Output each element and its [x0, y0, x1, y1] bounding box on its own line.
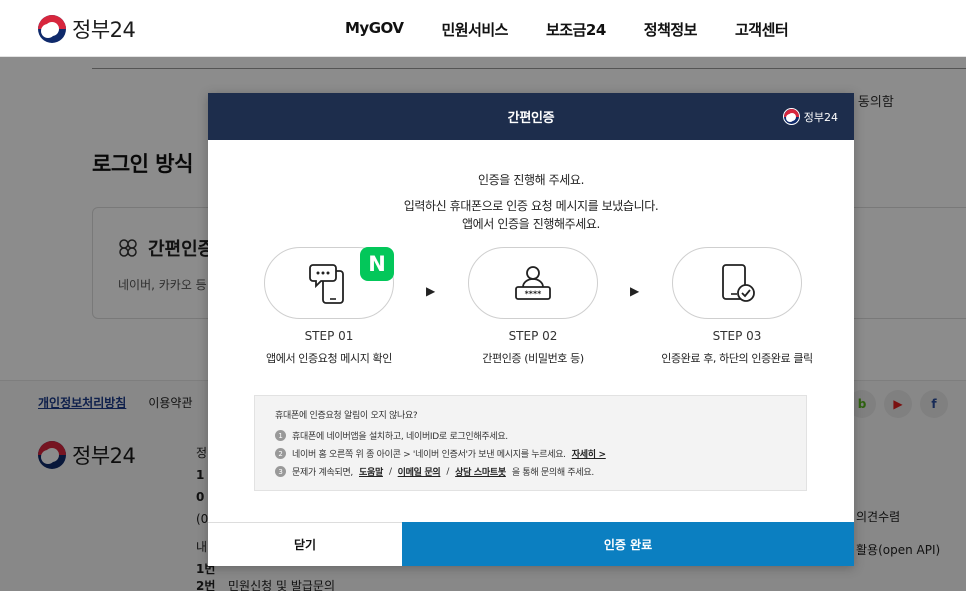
step-02-desc: 간편인증 (비밀번호 등)	[482, 352, 584, 365]
auth-complete-button[interactable]: 인증 완료	[402, 522, 854, 566]
government-emblem-icon	[38, 15, 66, 43]
help-row-2-text: 네이버 홈 오른쪽 위 종 아이콘 > '네이버 인증서'가 보낸 메시지를 누…	[292, 450, 566, 460]
auth-message-primary: 인증을 진행해 주세요.	[477, 173, 584, 187]
help-info-box: 휴대폰에 인증요청 알림이 오지 않나요? 1 휴대폰에 네이버앱을 설치하고,…	[254, 395, 807, 491]
help-title: 휴대폰에 인증요청 알림이 오지 않나요?	[275, 411, 418, 421]
help-row-3-suffix: 을 통해 문의해 주세요.	[511, 468, 594, 478]
simple-auth-modal: 간편인증 정부24 인증을 진행해 주세요. 입력하신 휴대폰으로 인증 요청 …	[208, 93, 854, 566]
details-link[interactable]: 자세히 >	[572, 447, 606, 460]
number-badge: 3	[275, 466, 286, 477]
help-row-3-prefix: 문제가 계속되면,	[292, 468, 353, 478]
separator: /	[388, 466, 392, 477]
nav-subsidy[interactable]: 보조금24	[546, 19, 606, 40]
phone-check-icon	[722, 264, 755, 302]
help-row-3: 3 문제가 계속되면, 도움말 / 이메일 문의 / 상담 스마트봇 을 통해 …	[275, 465, 786, 478]
modal-header: 간편인증 정부24	[208, 93, 854, 140]
user-password-icon: ****	[515, 266, 551, 300]
step-01-label: STEP 01	[304, 329, 354, 343]
auth-message-app: 앱에서 인증을 진행해주세요.	[462, 217, 600, 231]
chat-phone-icon	[309, 264, 344, 304]
step-arrow-icon: ▶	[426, 284, 436, 298]
smartbot-link[interactable]: 상담 스마트봇	[455, 465, 506, 478]
close-button[interactable]: 닫기	[208, 522, 402, 566]
nav-customer-center[interactable]: 고객센터	[735, 19, 789, 40]
modal-logo-text: 정부24	[803, 110, 838, 124]
auth-message-sent: 입력하신 휴대폰으로 인증 요청 메시지를 보냈습니다.	[403, 199, 659, 213]
government-emblem-icon	[782, 108, 800, 125]
svg-text:****: ****	[525, 290, 543, 299]
step-01-desc: 앱에서 인증요청 메시지 확인	[266, 352, 392, 365]
nav-civil-service[interactable]: 민원서비스	[441, 19, 508, 40]
nav-mygov[interactable]: MyGOV	[345, 19, 404, 40]
help-row-2: 2 네이버 홈 오른쪽 위 종 아이콘 > '네이버 인증서'가 보낸 메시지를…	[275, 447, 786, 460]
nav-policy[interactable]: 정책정보	[644, 19, 698, 40]
modal-title: 간편인증	[507, 111, 555, 126]
email-inquiry-link[interactable]: 이메일 문의	[398, 465, 441, 478]
step-03-desc: 인증완료 후, 하단의 인증완료 클릭	[661, 352, 813, 365]
modal-logo: 정부24	[782, 108, 838, 125]
number-badge: 1	[275, 430, 286, 441]
help-row-1: 1 휴대폰에 네이버앱을 설치하고, 네이버ID로 로그인해주세요.	[275, 429, 786, 442]
step-03-circle	[672, 247, 802, 319]
naver-logo-icon: N	[360, 247, 394, 281]
help-row-1-text: 휴대폰에 네이버앱을 설치하고, 네이버ID로 로그인해주세요.	[292, 432, 508, 442]
main-nav: MyGOV 민원서비스 보조금24 정책정보 고객센터	[345, 19, 789, 40]
site-logo[interactable]: 정부24	[38, 14, 136, 44]
logo-text: 정부24	[72, 18, 136, 42]
help-link[interactable]: 도움말	[359, 465, 383, 478]
step-arrow-icon: ▶	[630, 284, 640, 298]
separator: /	[446, 466, 450, 477]
site-header: 정부24 MyGOV 민원서비스 보조금24 정책정보 고객센터	[0, 0, 966, 57]
number-badge: 2	[275, 448, 286, 459]
step-02-circle: ****	[468, 247, 598, 319]
step-03-label: STEP 03	[712, 329, 762, 343]
step-02-label: STEP 02	[508, 329, 558, 343]
